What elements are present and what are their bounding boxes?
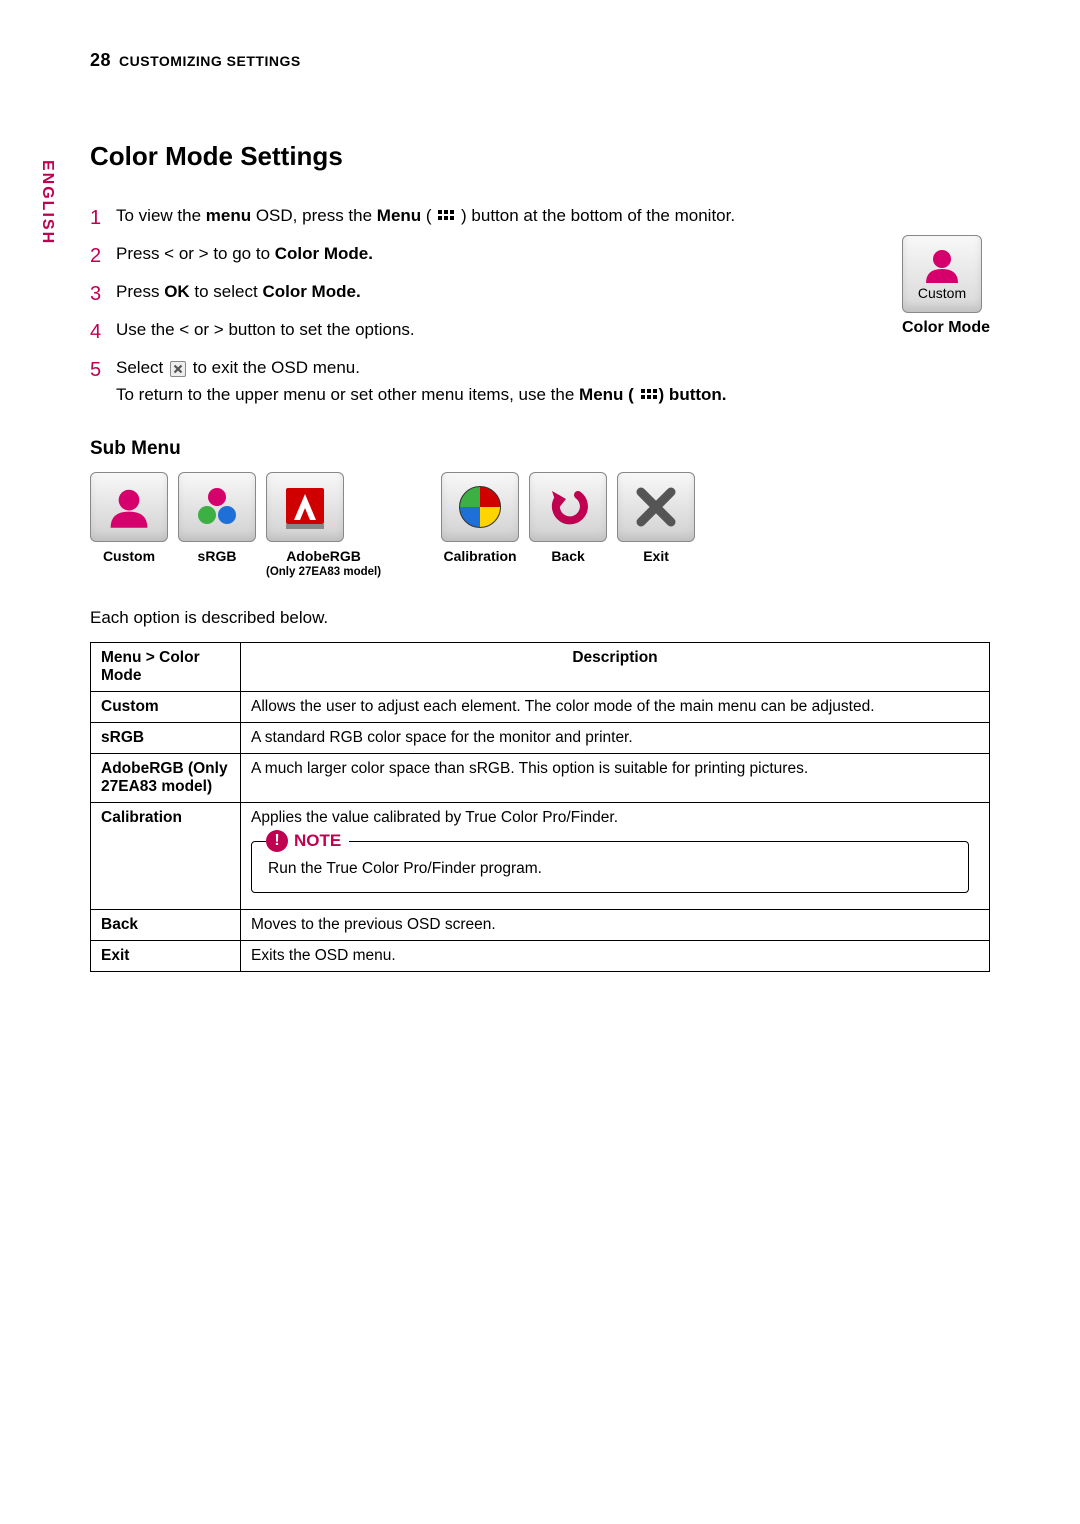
- note-box: ! NOTE Run the True Color Pro/Finder pro…: [251, 841, 969, 893]
- step-number: 4: [90, 316, 116, 348]
- adobe-label: AdobeRGB: [266, 548, 381, 564]
- section-name: CUSTOMIZING SETTINGS: [119, 53, 301, 69]
- calibration-label: Calibration: [441, 548, 519, 564]
- table-row: sRGB A standard RGB color space for the …: [91, 723, 990, 754]
- step-number: 3: [90, 278, 116, 310]
- page-number: 28: [90, 50, 111, 71]
- adobe-icon-box: [266, 472, 344, 542]
- step-text: Use the < or > button to set the options…: [116, 316, 990, 343]
- srgb-dots-icon: [193, 485, 241, 529]
- step-number: 5: [90, 354, 116, 386]
- table-intro: Each option is described below.: [90, 608, 990, 628]
- page-title: Color Mode Settings: [90, 141, 990, 172]
- adobe-note: (Only 27EA83 model): [266, 566, 381, 578]
- person-icon: [922, 247, 962, 283]
- menu-grid-icon: [438, 210, 454, 224]
- table-row: Calibration Applies the value calibrated…: [91, 803, 990, 910]
- step-number: 2: [90, 240, 116, 272]
- close-x-icon: [635, 486, 677, 528]
- srgb-icon-box: [178, 472, 256, 542]
- custom-icon-box: [90, 472, 168, 542]
- exit-icon-box: [617, 472, 695, 542]
- table-head-name: Menu > Color Mode: [91, 643, 241, 692]
- person-icon: [106, 486, 152, 528]
- step-text: Press OK to select Color Mode.: [116, 278, 990, 305]
- calibration-circle-icon: [457, 484, 503, 530]
- color-mode-icon-label: Custom: [918, 285, 966, 301]
- options-table: Menu > Color Mode Description Custom All…: [90, 642, 990, 972]
- table-row: AdobeRGB (Only 27EA83 model) A much larg…: [91, 754, 990, 803]
- table-row: Exit Exits the OSD menu.: [91, 941, 990, 972]
- color-mode-icon-box: Custom: [902, 235, 982, 313]
- back-label: Back: [529, 548, 607, 564]
- steps-list: 1 To view the menu OSD, press the Menu (…: [90, 202, 990, 408]
- close-x-icon: [170, 361, 186, 377]
- back-icon-box: [529, 472, 607, 542]
- step-text: Press < or > to go to Color Mode.: [116, 240, 990, 267]
- color-mode-card: Custom Color Mode: [902, 235, 990, 337]
- back-arrow-icon: [544, 485, 592, 529]
- page-header: 28 CUSTOMIZING SETTINGS: [90, 50, 990, 71]
- adobe-icon: [280, 484, 330, 530]
- note-title: NOTE: [294, 831, 341, 851]
- custom-label: Custom: [90, 548, 168, 564]
- table-head-desc: Description: [241, 643, 990, 692]
- srgb-label: sRGB: [178, 548, 256, 564]
- step-number: 1: [90, 202, 116, 234]
- sub-menu-heading: Sub Menu: [90, 438, 990, 460]
- step-text: To view the menu OSD, press the Menu ( )…: [116, 202, 990, 229]
- color-mode-caption: Color Mode: [902, 319, 990, 337]
- table-row: Back Moves to the previous OSD screen.: [91, 910, 990, 941]
- submenu-icon-row: Custom sRGB AdobeRGB (Only 27EA8: [90, 472, 990, 578]
- menu-grid-icon: [641, 389, 657, 403]
- step-text: Select to exit the OSD menu. To return t…: [116, 354, 990, 408]
- note-exclamation-icon: !: [266, 830, 288, 852]
- calibration-icon-box: [441, 472, 519, 542]
- exit-label: Exit: [617, 548, 695, 564]
- table-row: Custom Allows the user to adjust each el…: [91, 692, 990, 723]
- note-body: Run the True Color Pro/Finder program.: [268, 860, 952, 878]
